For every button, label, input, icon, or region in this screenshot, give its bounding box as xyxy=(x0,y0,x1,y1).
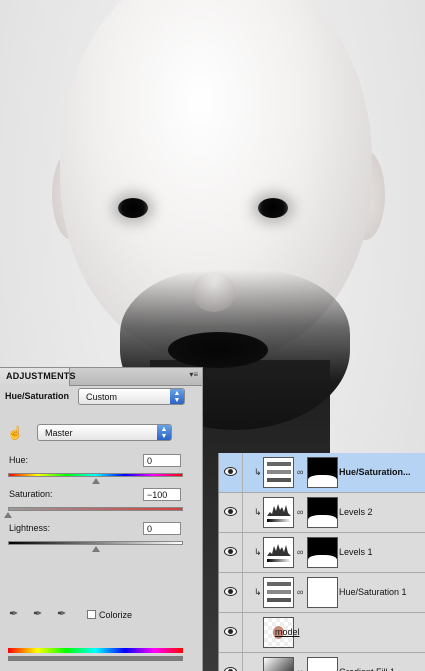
saturation-label: Saturation: xyxy=(9,489,53,499)
eye-icon xyxy=(224,467,237,476)
visibility-toggle[interactable] xyxy=(219,533,243,572)
clipping-arrow-icon: ↳ xyxy=(254,587,262,597)
adjustments-tab-bar: ADJUSTMENTS ▾≡ xyxy=(0,368,202,386)
saturation-slider-track[interactable] xyxy=(8,507,183,511)
input-color-bar xyxy=(8,648,183,653)
levels-thumb[interactable] xyxy=(263,497,294,528)
layer-mask-thumb[interactable] xyxy=(307,537,338,568)
channel-select[interactable]: Master ▲ ▼ xyxy=(37,424,172,441)
lightness-label: Lightness: xyxy=(9,523,51,533)
clipping-arrow-icon: ↳ xyxy=(254,507,262,517)
hue-slider-track[interactable] xyxy=(8,473,183,477)
hue-label: Hue: xyxy=(9,455,29,465)
select-arrows-icon: ▲ ▼ xyxy=(170,389,184,404)
link-chain-icon[interactable]: ∞ xyxy=(297,547,303,557)
output-color-bar xyxy=(8,656,183,661)
saturation-slider-thumb[interactable] xyxy=(4,512,12,518)
preset-value: Custom xyxy=(86,392,118,402)
layer-name[interactable]: Gradient Fill 1 xyxy=(339,667,395,671)
eye-icon xyxy=(224,627,237,636)
eye-icon xyxy=(224,667,237,671)
lightness-input[interactable]: 0 xyxy=(143,522,181,535)
colorize-checkbox[interactable] xyxy=(87,610,96,619)
adjustment-title: Hue/Saturation xyxy=(5,391,70,401)
eye-icon xyxy=(224,587,237,596)
hue-input[interactable]: 0 xyxy=(143,454,181,467)
eyedropper-plus-icon[interactable]: ✒ xyxy=(33,607,47,621)
lips xyxy=(168,332,268,368)
layer-row[interactable]: ↳ ∞ Hue/Saturation 1 xyxy=(219,573,425,613)
layers-panel: ↳ ∞ Hue/Saturation... ↳ ∞ Levels 2 ↳ ∞ Levels 1 ↳… xyxy=(218,453,425,671)
layer-row[interactable]: ↳ ∞ Hue/Saturation... xyxy=(219,453,425,493)
nose xyxy=(192,272,236,312)
layer-row[interactable]: ↳ ∞ Levels 1 xyxy=(219,533,425,573)
eye-icon xyxy=(224,547,237,556)
link-chain-icon[interactable]: ∞ xyxy=(297,507,303,517)
link-chain-icon[interactable]: ∞ xyxy=(297,667,303,671)
layer-name[interactable]: Hue/Saturation 1 xyxy=(339,587,407,597)
select-arrows-icon: ▲ ▼ xyxy=(157,425,171,440)
targeted-adjustment-hand-icon[interactable]: ☝ xyxy=(7,425,23,441)
layer-row[interactable]: ∞ Gradient Fill 1 xyxy=(219,653,425,671)
link-chain-icon[interactable]: ∞ xyxy=(297,587,303,597)
clipping-arrow-icon: ↳ xyxy=(254,547,262,557)
hue-slider-thumb[interactable] xyxy=(91,478,100,484)
lightness-slider-track[interactable] xyxy=(8,541,183,545)
adjustments-tab[interactable]: ADJUSTMENTS xyxy=(0,368,76,386)
visibility-toggle[interactable] xyxy=(219,573,243,612)
visibility-toggle[interactable] xyxy=(219,493,243,532)
left-eye xyxy=(118,198,148,218)
layer-mask-thumb[interactable] xyxy=(307,457,338,488)
clipping-arrow-icon: ↳ xyxy=(254,467,262,477)
visibility-toggle[interactable] xyxy=(219,613,243,652)
layer-row[interactable]: ↳ ∞ Levels 2 xyxy=(219,493,425,533)
lightness-slider-thumb[interactable] xyxy=(91,546,100,552)
panel-menu-icon[interactable]: ▾≡ xyxy=(189,370,198,379)
right-eye xyxy=(258,198,288,218)
eyedropper-minus-icon[interactable]: ✒ xyxy=(57,607,71,621)
layer-mask-thumb[interactable] xyxy=(307,657,338,671)
layer-name[interactable]: Levels 2 xyxy=(339,507,373,517)
adjustments-panel: ADJUSTMENTS ▾≡ Hue/Saturation Custom ▲ ▼ … xyxy=(0,367,203,671)
hue-sat-thumb[interactable] xyxy=(263,457,294,488)
layer-name[interactable]: model xyxy=(275,627,300,637)
channel-value: Master xyxy=(45,428,73,438)
layer-row[interactable]: model xyxy=(219,613,425,653)
saturation-input[interactable]: −100 xyxy=(143,488,181,501)
visibility-toggle[interactable] xyxy=(219,453,243,492)
visibility-toggle[interactable] xyxy=(219,653,243,671)
link-chain-icon[interactable]: ∞ xyxy=(297,467,303,477)
gradient-thumb[interactable] xyxy=(263,657,294,671)
layer-name[interactable]: Levels 1 xyxy=(339,547,373,557)
hue-sat-thumb[interactable] xyxy=(263,577,294,608)
eye-icon xyxy=(224,507,237,516)
layer-name[interactable]: Hue/Saturation... xyxy=(339,467,411,477)
colorize-label: Colorize xyxy=(99,610,133,620)
layer-mask-thumb[interactable] xyxy=(307,497,338,528)
layer-mask-thumb[interactable] xyxy=(307,577,338,608)
levels-thumb[interactable] xyxy=(263,537,294,568)
eyedropper-icon[interactable]: ✒ xyxy=(9,607,23,621)
preset-select[interactable]: Custom ▲ ▼ xyxy=(78,388,185,405)
